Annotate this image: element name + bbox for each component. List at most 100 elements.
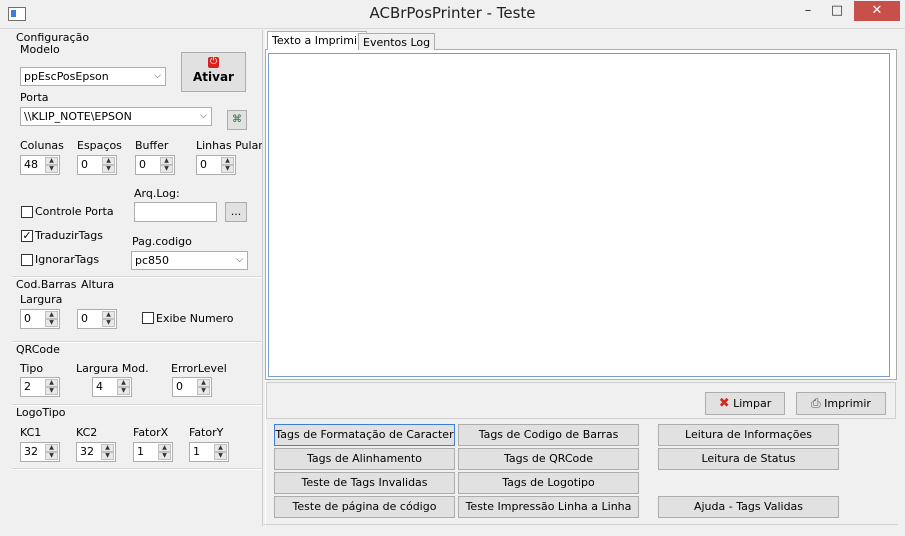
spin-up-icon[interactable]: ▲: [101, 444, 114, 452]
imprimir-button[interactable]: ⎙ Imprimir: [796, 392, 886, 415]
fatorx-spin[interactable]: 1 ▲ ▼: [133, 442, 173, 462]
traduzir-tags-label: TraduzirTags: [35, 229, 104, 242]
tipo-spin[interactable]: 2 ▲ ▼: [20, 377, 60, 397]
fatorx-label: FatorX: [133, 426, 169, 439]
spin-up-icon[interactable]: ▲: [214, 444, 227, 452]
spin-up-icon[interactable]: ▲: [158, 444, 171, 452]
tab-eventos-log[interactable]: Eventos Log: [358, 33, 436, 50]
teste-impressao-linha-button[interactable]: Teste Impressão Linha a Linha: [458, 496, 639, 518]
pagcodigo-label: Pag.codigo: [132, 235, 192, 248]
fatory-label: FatorY: [189, 426, 224, 439]
ativar-button[interactable]: ⏻ Ativar: [181, 52, 246, 92]
porta-label: Porta: [20, 91, 49, 104]
print-text-area[interactable]: [268, 53, 890, 377]
spin-up-icon[interactable]: ▲: [117, 379, 130, 387]
tags-formatacao-button[interactable]: Tags de Formatação de Caracter: [274, 424, 455, 446]
spin-down-icon[interactable]: ▼: [102, 165, 115, 173]
serial-config-button[interactable]: ⌘: [227, 110, 247, 130]
spin-up-icon[interactable]: ▲: [45, 444, 58, 452]
spin-down-icon[interactable]: ▼: [160, 165, 173, 173]
fatory-spin[interactable]: 1 ▲ ▼: [189, 442, 229, 462]
kc2-spin[interactable]: 32 ▲ ▼: [76, 442, 116, 462]
kc1-label: KC1: [20, 426, 42, 439]
spin-down-icon[interactable]: ▼: [102, 319, 115, 327]
spin-down-icon[interactable]: ▼: [221, 165, 234, 173]
ignorar-tags-checkbox[interactable]: [21, 254, 33, 266]
tipo-label: Tipo: [20, 362, 44, 375]
colunas-label: Colunas: [20, 139, 64, 152]
altura-label: Altura: [81, 278, 115, 291]
chevron-down-icon: ⌵: [200, 111, 207, 121]
spin-up-icon[interactable]: ▲: [160, 157, 173, 165]
tab-texto-imprimir[interactable]: Texto a Imprimir: [267, 31, 367, 50]
colunas-value: 48: [24, 158, 38, 171]
chevron-down-icon: ⌵: [236, 255, 243, 265]
pagcodigo-select[interactable]: pc850 ⌵: [131, 251, 248, 270]
window-title: ACBrPosPrinter - Teste: [369, 4, 536, 22]
fatory-value: 1: [193, 445, 200, 458]
close-button[interactable]: ✕: [854, 1, 900, 21]
porta-select[interactable]: \\KLIP_NOTE\EPSON ⌵: [20, 107, 212, 126]
spin-down-icon[interactable]: ▼: [117, 387, 130, 395]
buffer-spin[interactable]: 0 ▲ ▼: [135, 155, 175, 175]
clear-x-icon: ✖: [718, 396, 730, 411]
divider: [12, 468, 262, 470]
exibe-numero-checkbox[interactable]: [142, 312, 154, 324]
leitura-informacoes-button[interactable]: Leitura de Informações: [658, 424, 839, 446]
largura-label: Largura: [20, 293, 63, 306]
teste-tags-invalidas-button[interactable]: Teste de Tags Invalidas: [274, 472, 455, 494]
kc2-value: 32: [80, 445, 94, 458]
spin-down-icon[interactable]: ▼: [45, 165, 58, 173]
espacos-value: 0: [81, 158, 88, 171]
qrcode-group-label: QRCode: [16, 343, 60, 356]
spin-up-icon[interactable]: ▲: [45, 379, 58, 387]
printer-icon: ⎙: [811, 396, 821, 410]
modelo-select[interactable]: ppEscPosEpson ⌵: [20, 67, 166, 86]
tags-qrcode-button[interactable]: Tags de QRCode: [458, 448, 639, 470]
linhas-pular-spin[interactable]: 0 ▲ ▼: [196, 155, 236, 175]
spin-down-icon[interactable]: ▼: [197, 387, 210, 395]
colunas-spin[interactable]: 48 ▲ ▼: [20, 155, 60, 175]
teste-pagina-codigo-button[interactable]: Teste de página de código: [274, 496, 455, 518]
arqlog-input[interactable]: [134, 202, 217, 222]
spin-up-icon[interactable]: ▲: [102, 157, 115, 165]
spin-down-icon[interactable]: ▼: [214, 452, 227, 460]
spin-up-icon[interactable]: ▲: [221, 157, 234, 165]
limpar-button[interactable]: ✖ Limpar: [705, 392, 785, 415]
spin-up-icon[interactable]: ▲: [197, 379, 210, 387]
maximize-button[interactable]: □: [823, 1, 851, 21]
spin-down-icon[interactable]: ▼: [45, 387, 58, 395]
spin-down-icon[interactable]: ▼: [158, 452, 171, 460]
altura-spin[interactable]: 0 ▲ ▼: [77, 309, 117, 329]
traduzir-tags-checkbox[interactable]: ✓: [21, 230, 33, 242]
largura-mod-spin[interactable]: 4 ▲ ▼: [92, 377, 132, 397]
browse-button[interactable]: ...: [225, 202, 247, 222]
spin-down-icon[interactable]: ▼: [45, 319, 58, 327]
spin-up-icon[interactable]: ▲: [45, 311, 58, 319]
chevron-down-icon: ⌵: [154, 71, 161, 81]
arqlog-label: Arq.Log:: [134, 187, 180, 200]
largura-mod-value: 4: [96, 380, 103, 393]
espacos-spin[interactable]: 0 ▲ ▼: [77, 155, 117, 175]
largura-spin[interactable]: 0 ▲ ▼: [20, 309, 60, 329]
controle-porta-checkbox[interactable]: [21, 206, 33, 218]
errorlevel-value: 0: [176, 380, 183, 393]
altura-value: 0: [81, 312, 88, 325]
minimize-button[interactable]: –: [794, 1, 822, 21]
spin-down-icon[interactable]: ▼: [101, 452, 114, 460]
porta-value: \\KLIP_NOTE\EPSON: [24, 110, 132, 123]
tags-codigo-barras-button[interactable]: Tags de Codigo de Barras: [458, 424, 639, 446]
kc1-spin[interactable]: 32 ▲ ▼: [20, 442, 60, 462]
errorlevel-label: ErrorLevel: [171, 362, 227, 375]
spin-down-icon[interactable]: ▼: [45, 452, 58, 460]
largura-value: 0: [24, 312, 31, 325]
spin-up-icon[interactable]: ▲: [45, 157, 58, 165]
tags-alinhamento-button[interactable]: Tags de Alinhamento: [274, 448, 455, 470]
ajuda-tags-button[interactable]: Ajuda - Tags Validas: [658, 496, 839, 518]
errorlevel-spin[interactable]: 0 ▲ ▼: [172, 377, 212, 397]
leitura-status-button[interactable]: Leitura de Status: [658, 448, 839, 470]
kc2-label: KC2: [76, 426, 98, 439]
spin-up-icon[interactable]: ▲: [102, 311, 115, 319]
logotipo-group-label: LogoTipo: [16, 406, 66, 419]
tags-logotipo-button[interactable]: Tags de Logotipo: [458, 472, 639, 494]
